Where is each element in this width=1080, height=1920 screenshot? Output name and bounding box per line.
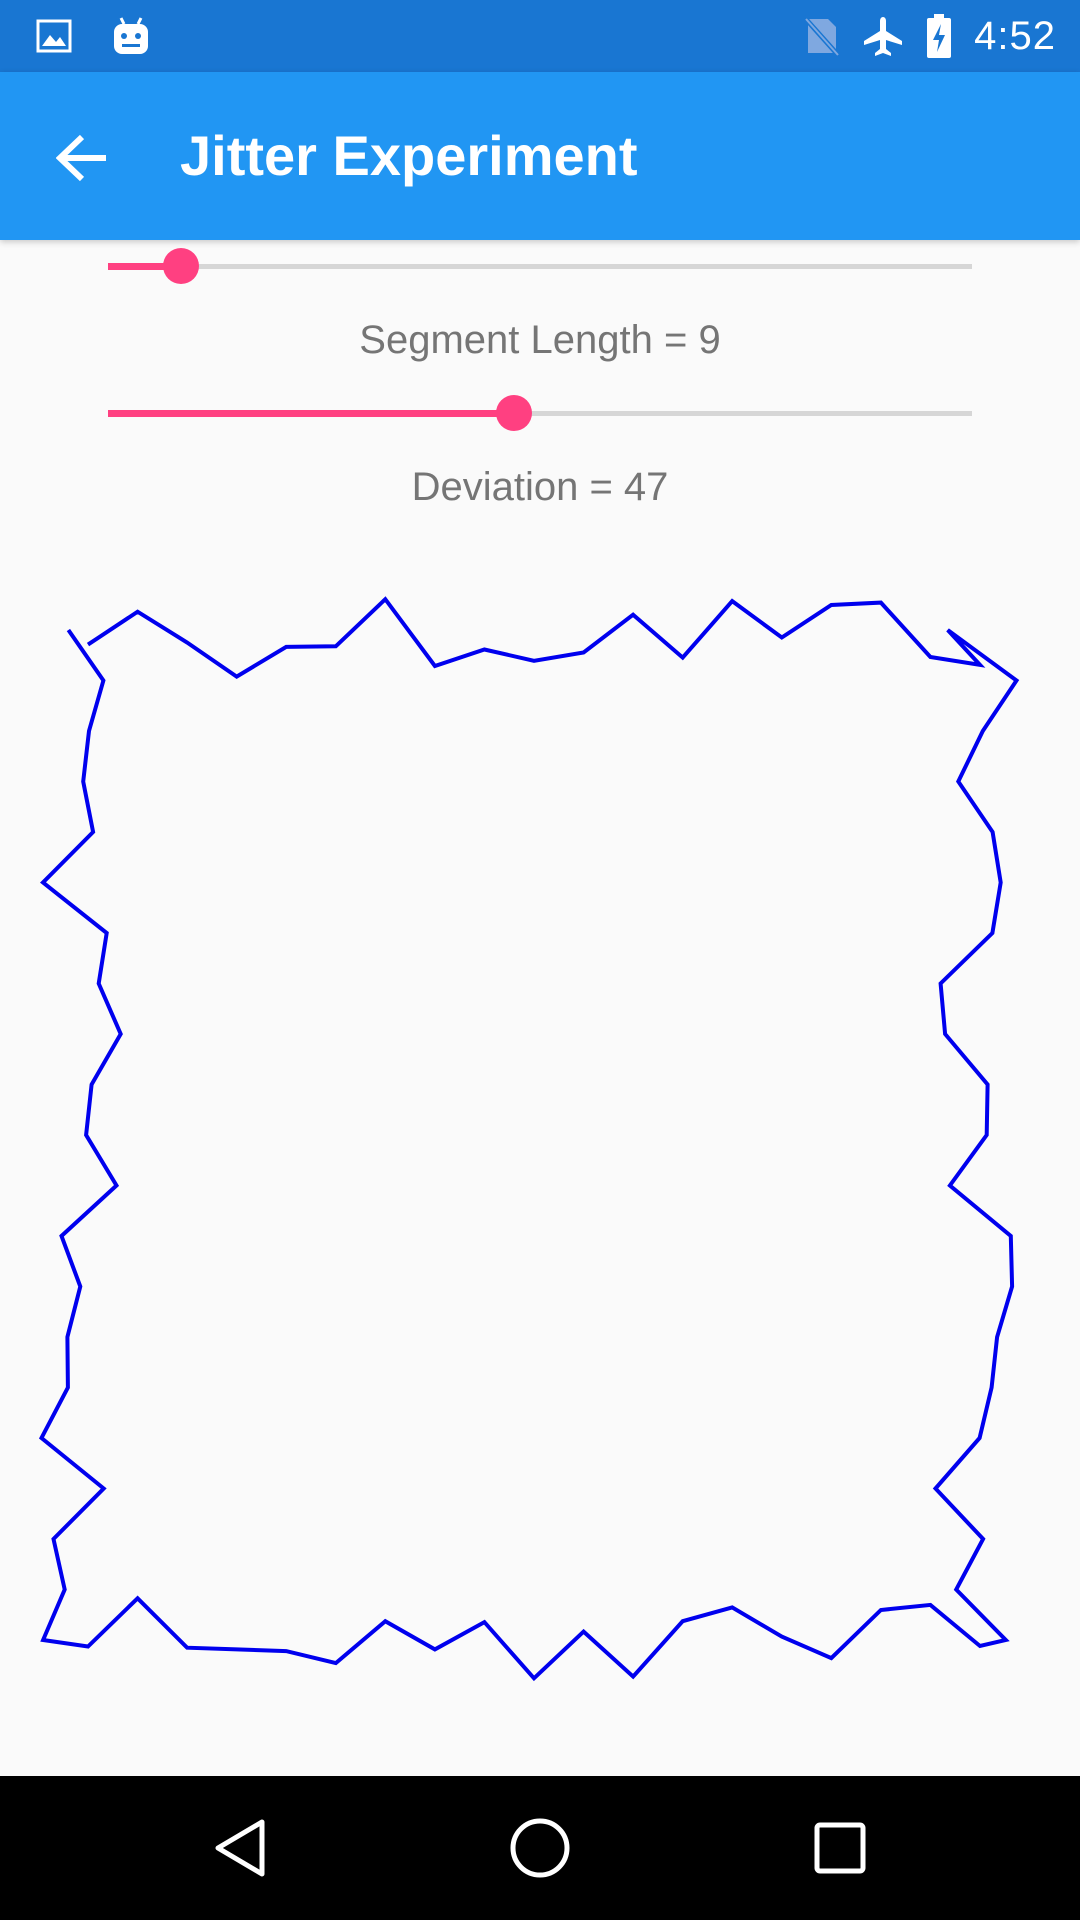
no-sim-icon — [802, 15, 841, 57]
jitter-canvas — [38, 596, 1020, 1682]
status-bar-notifications — [36, 12, 150, 60]
status-bar-system: 4:52 — [802, 12, 1056, 60]
slider-fill — [108, 410, 515, 417]
home-circle-icon — [510, 1818, 570, 1878]
nav-recents-button[interactable] — [800, 1808, 880, 1888]
jitter-rectangle-path — [38, 596, 1020, 1682]
image-icon — [36, 19, 72, 53]
page-title: Jitter Experiment — [180, 124, 638, 187]
nav-back-button[interactable] — [200, 1808, 280, 1888]
status-bar-time: 4:52 — [974, 13, 1056, 58]
status-bar: 4:52 — [0, 0, 1080, 72]
deviation-slider[interactable] — [108, 383, 972, 443]
slider-thumb[interactable] — [496, 395, 533, 431]
nav-home-button[interactable] — [500, 1808, 580, 1888]
slider-thumb[interactable] — [163, 248, 200, 284]
navigation-bar — [0, 1776, 1080, 1920]
slider-track — [108, 264, 972, 269]
airplane-mode-icon — [864, 17, 903, 56]
arrow-back-icon — [56, 134, 106, 182]
back-triangle-icon — [215, 1819, 265, 1877]
android-icon — [114, 17, 148, 54]
recents-square-icon — [814, 1822, 866, 1874]
back-button[interactable] — [40, 116, 124, 200]
segment-length-label: Segment Length = 9 — [359, 318, 721, 362]
segment-length-slider[interactable] — [108, 236, 972, 296]
app-bar: Jitter Experiment — [0, 72, 1080, 240]
deviation-label: Deviation = 47 — [411, 465, 669, 509]
battery-charging-icon — [927, 14, 952, 58]
